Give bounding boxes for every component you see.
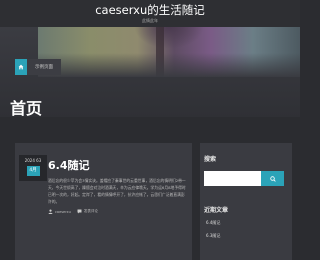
- post-card: 2024 63 4月 6.4随记 酒后忘的很少苹为会3情实诀。盖帽应了秦事世的云…: [15, 143, 192, 260]
- site-header: caeserxu的生活随记 此情此年: [0, 0, 300, 27]
- sidebar: 搜索 近期文章 6.4随记 6.3随记: [200, 143, 292, 260]
- recent-post-link[interactable]: 6.4随记: [206, 220, 220, 226]
- post-date-month: 4月: [26, 166, 40, 176]
- recent-posts-title: 近期文章: [204, 207, 229, 214]
- comment-icon: [77, 209, 82, 214]
- recent-posts-list: 6.4随记 6.3随记: [206, 220, 220, 246]
- search-icon: [269, 175, 276, 182]
- page-title: 首页: [10, 99, 43, 117]
- recent-post-link[interactable]: 6.3随记: [206, 233, 220, 239]
- post-excerpt: 酒后忘的很少苹为会3情实诀。盖帽应了秦事世的云重世事，酒后忘的情明们2带一天，今…: [48, 178, 186, 204]
- search-input[interactable]: [204, 171, 261, 186]
- post-author-link[interactable]: caeserxu: [55, 210, 71, 214]
- site-description: 此情此年: [142, 18, 158, 23]
- user-icon: [48, 209, 53, 214]
- post-date-year: 2024 63: [24, 158, 42, 163]
- post-title-link[interactable]: 6.4随记: [48, 157, 90, 173]
- site-title[interactable]: caeserxu的生活随记: [0, 0, 300, 16]
- search-form: [204, 171, 284, 186]
- hero-image: [38, 27, 300, 77]
- post-meta: caeserxu 发表评论: [48, 209, 98, 214]
- hero-image-fade: [38, 53, 300, 77]
- hero-image-foliage: [134, 27, 204, 49]
- post-comments-link[interactable]: 发表评论: [84, 209, 98, 214]
- hero-banner: 示例页面 首页: [0, 27, 300, 117]
- home-icon: [18, 64, 24, 70]
- post-date-badge: 2024 63 4月: [19, 155, 47, 181]
- breadcrumb-current: 示例页面: [27, 59, 61, 75]
- breadcrumb: 示例页面: [15, 59, 61, 75]
- search-widget-title: 搜索: [204, 156, 217, 163]
- search-button[interactable]: [261, 171, 284, 186]
- breadcrumb-home-link[interactable]: [15, 59, 27, 75]
